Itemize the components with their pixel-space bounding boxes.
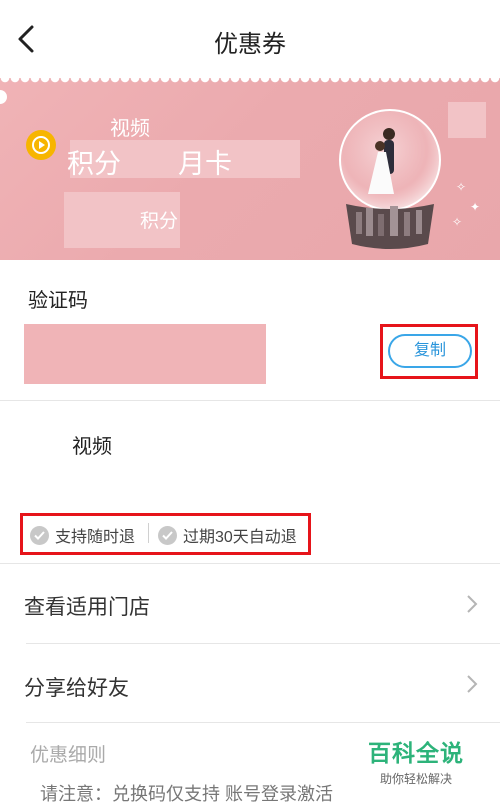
coupon-details-note: 请注意：兑换码仅支持 账号登录激活 xyxy=(40,784,333,804)
banner-scallop-edge xyxy=(0,78,500,86)
check-circle-icon xyxy=(30,525,49,545)
product-name: 视频 xyxy=(72,436,112,458)
coupon-details-title: 优惠细则 xyxy=(30,745,107,766)
verification-code-title: 验证码 xyxy=(28,290,88,312)
video-app-logo-icon xyxy=(26,130,56,160)
banner-points-text: 积分 xyxy=(67,149,121,179)
verification-code-value-redacted xyxy=(24,324,266,384)
divider xyxy=(26,722,500,723)
row-share-friends[interactable]: 分享给好友 xyxy=(0,644,500,724)
tag-label: 过期30天自动退 xyxy=(183,529,297,546)
row-label: 分享给好友 xyxy=(24,677,129,700)
row-label: 查看适用门店 xyxy=(24,596,150,619)
header-bar: 优惠券 xyxy=(0,0,500,78)
snow-globe-illustration xyxy=(332,104,448,254)
tag-refund-anytime: 支持随时退 xyxy=(30,523,135,547)
watermark-logo: 百科全说 助你轻松解决 xyxy=(366,734,466,787)
redacted-block xyxy=(448,102,486,138)
chevron-right-icon xyxy=(466,674,478,694)
row-view-stores[interactable]: 查看适用门店 xyxy=(0,564,500,644)
tag-label: 支持随时退 xyxy=(55,529,136,546)
divider xyxy=(0,400,500,401)
check-circle-icon xyxy=(158,525,177,545)
watermark-subtitle: 助你轻松解决 xyxy=(379,772,452,786)
pearl-decoration-icon: ✧ xyxy=(452,215,463,229)
banner-points-text-2: 积分 xyxy=(140,211,179,232)
pearl-decoration-icon: ✧ xyxy=(456,180,467,194)
banner-video-text: 视频 xyxy=(110,118,150,140)
tag-separator xyxy=(148,523,149,543)
chevron-right-icon xyxy=(466,594,478,614)
page-title: 优惠券 xyxy=(214,31,286,58)
pearl-decoration-icon: ✦ xyxy=(470,200,481,214)
tag-auto-refund-expired: 过期30天自动退 xyxy=(158,523,297,547)
watermark-title: 百科全说 xyxy=(368,740,464,766)
copy-button[interactable]: 复制 xyxy=(388,334,472,368)
banner-month-card-text: 月卡 xyxy=(178,149,232,179)
